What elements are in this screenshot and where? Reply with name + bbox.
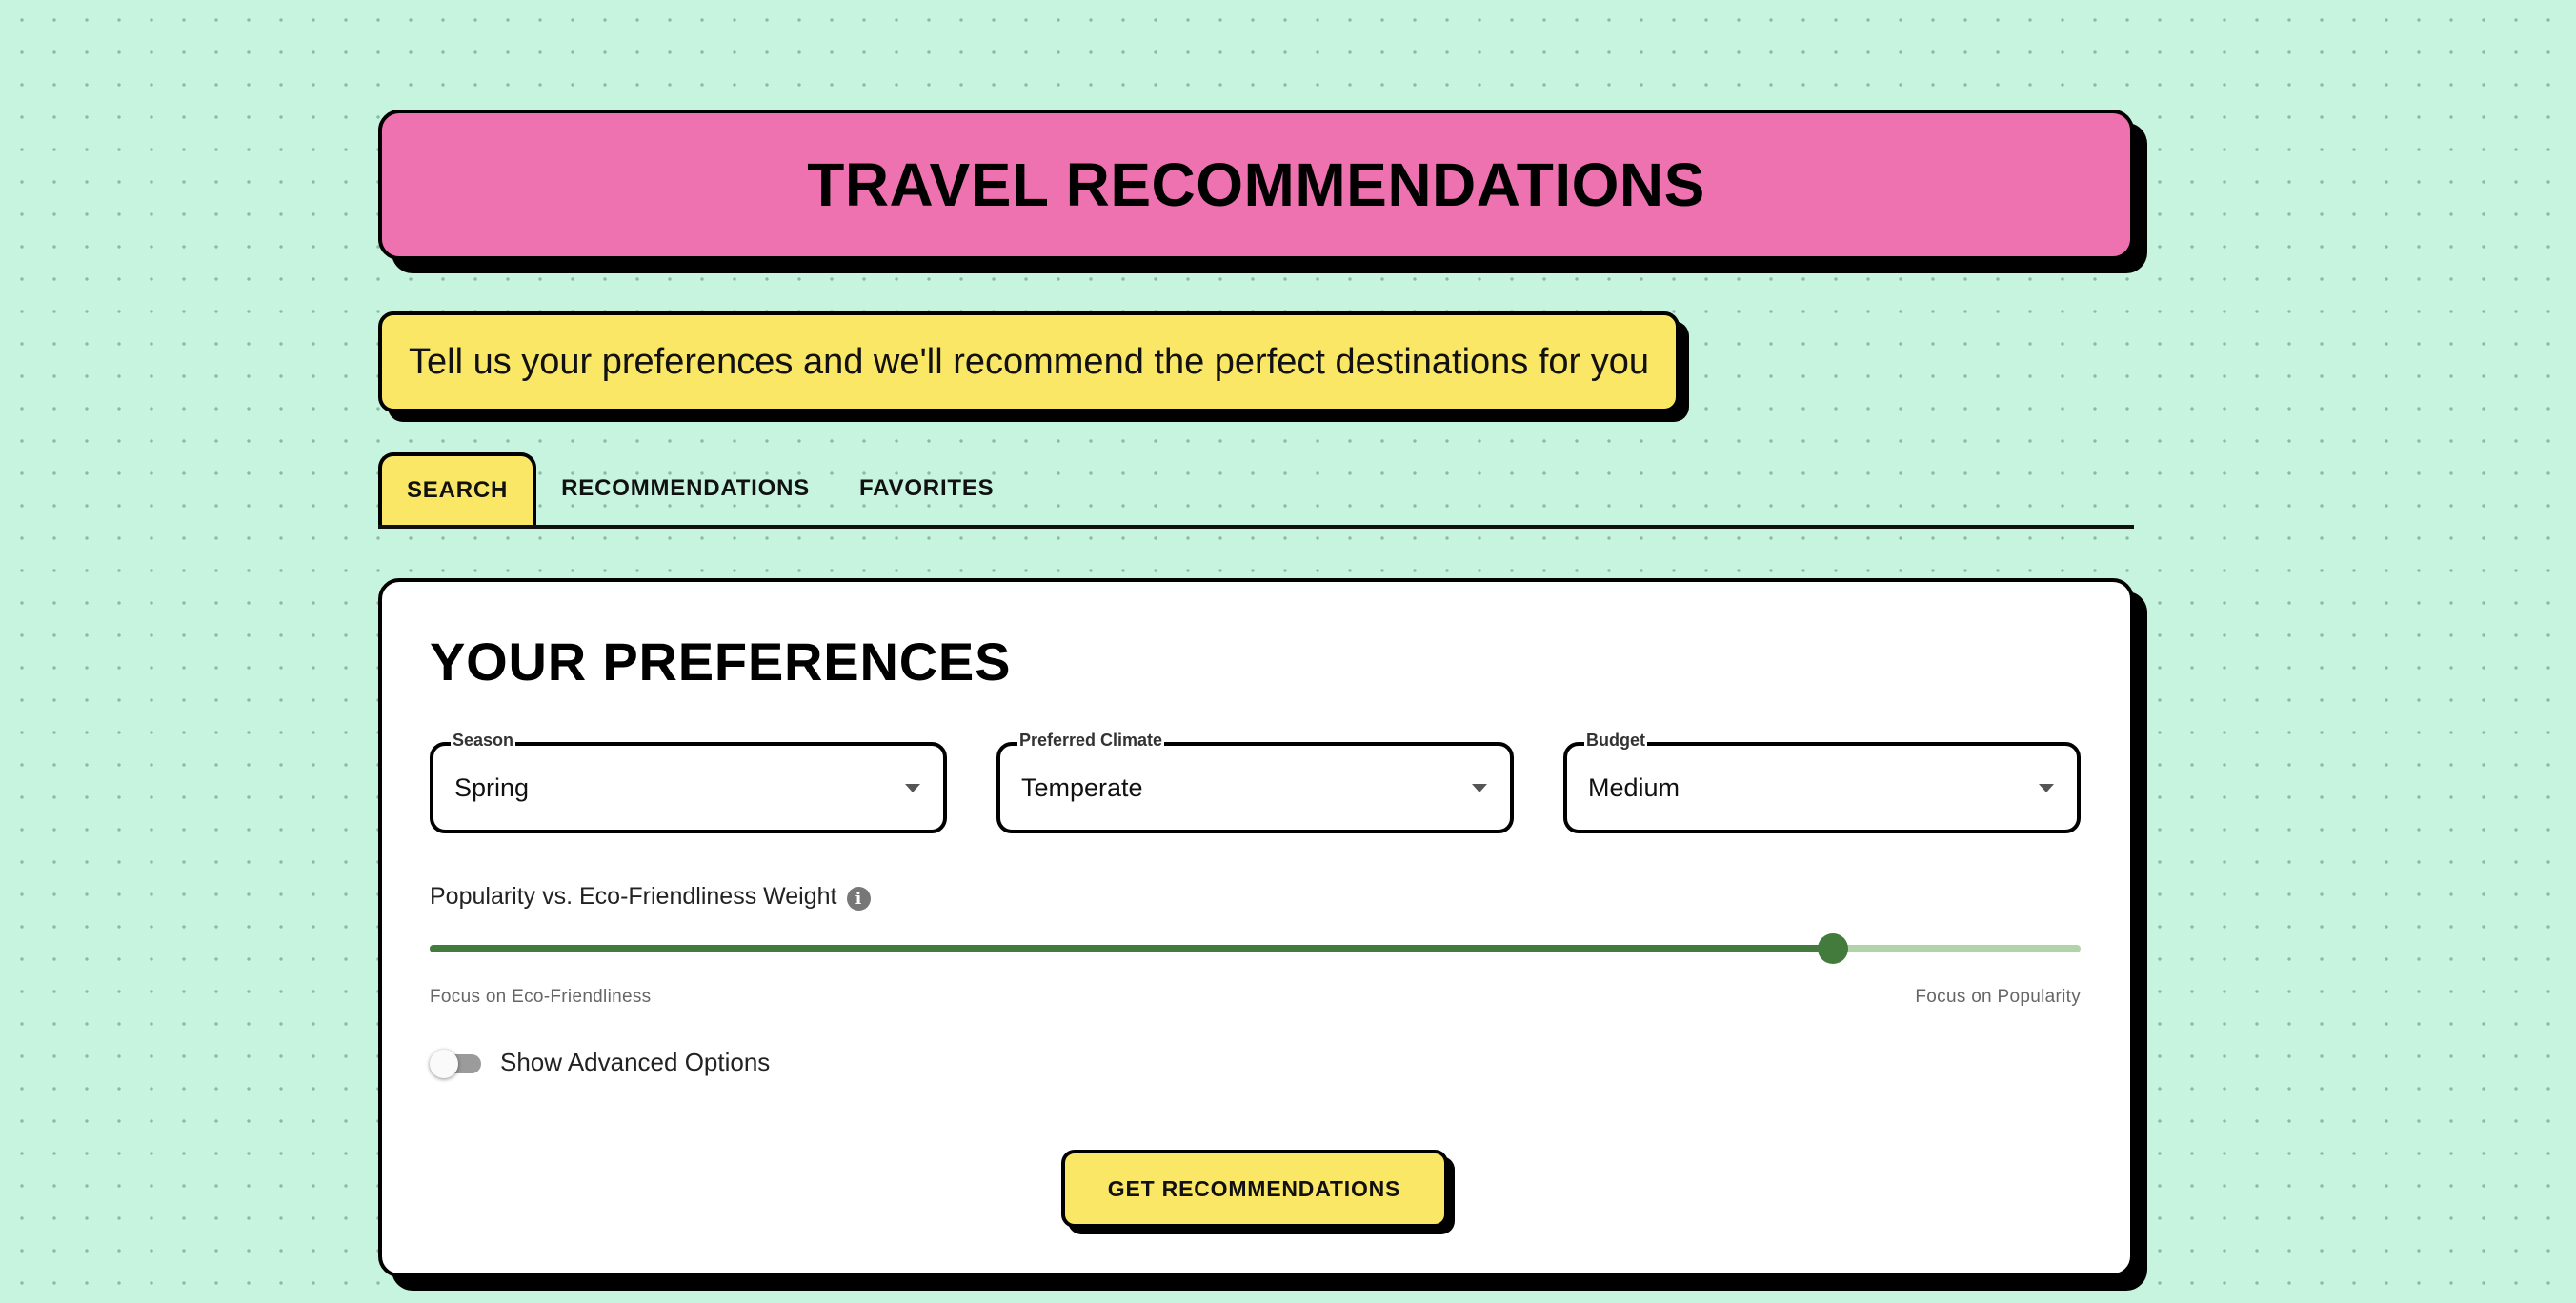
get-recommendations-button[interactable]: GET RECOMMENDATIONS: [1060, 1150, 1448, 1228]
subtitle-banner: Tell us your preferences and we'll recom…: [378, 311, 1680, 412]
weight-slider-section: Popularity vs. Eco-Friendliness Weight i…: [430, 883, 2083, 1008]
slider-fill: [430, 945, 1834, 952]
advanced-options-toggle[interactable]: [430, 1049, 483, 1078]
chevron-down-icon: [1472, 783, 1487, 792]
info-icon[interactable]: i: [846, 887, 871, 911]
budget-value: Medium: [1588, 772, 1680, 802]
preferences-title: YOUR PREFERENCES: [430, 631, 1012, 692]
slider-min-label: Focus on Eco-Friendliness: [430, 987, 652, 1007]
season-value: Spring: [454, 772, 530, 802]
advanced-options-row: Show Advanced Options: [430, 1048, 2083, 1078]
preferences-card: YOUR PREFERENCES Season Spring Preferred…: [378, 578, 2134, 1277]
page-title: TRAVEL RECOMMENDATIONS: [807, 150, 1705, 219]
budget-label: Budget: [1584, 731, 1647, 750]
chevron-down-icon: [2039, 783, 2054, 792]
advanced-options-label: Show Advanced Options: [500, 1048, 771, 1076]
slider-thumb[interactable]: [1818, 933, 1849, 964]
tab-recommendations[interactable]: RECOMMENDATIONS: [536, 452, 835, 525]
tab-search[interactable]: SEARCH: [378, 452, 537, 525]
preferences-selects: Season Spring Preferred Climate Temperat…: [430, 731, 2083, 833]
season-select[interactable]: Spring: [430, 742, 947, 833]
tab-bar: SEARCH RECOMMENDATIONS FAVORITES: [378, 449, 2134, 529]
header-banner: TRAVEL RECOMMENDATIONS: [378, 110, 2134, 260]
climate-value: Temperate: [1021, 772, 1143, 802]
budget-select[interactable]: Medium: [1563, 742, 2081, 833]
app-container: TRAVEL RECOMMENDATIONS Tell us your pref…: [378, 110, 2134, 1277]
season-select-group: Season Spring: [430, 731, 947, 833]
climate-select[interactable]: Temperate: [996, 742, 1514, 833]
slider-max-label: Focus on Popularity: [1915, 987, 2081, 1007]
weight-slider[interactable]: [430, 933, 2081, 964]
submit-row: GET RECOMMENDATIONS: [382, 1150, 2130, 1228]
season-label: Season: [451, 731, 516, 750]
climate-label: Preferred Climate: [1017, 731, 1165, 750]
budget-select-group: Budget Medium: [1563, 731, 2081, 833]
toggle-knob: [430, 1049, 458, 1078]
slider-end-labels: Focus on Eco-Friendliness Focus on Popul…: [430, 987, 2081, 1008]
slider-label: Popularity vs. Eco-Friendliness Weight: [430, 883, 837, 910]
chevron-down-icon: [905, 783, 920, 792]
tab-favorites[interactable]: FAVORITES: [835, 452, 1018, 525]
climate-select-group: Preferred Climate Temperate: [996, 731, 1514, 833]
slider-title-row: Popularity vs. Eco-Friendliness Weight i: [430, 883, 2083, 911]
